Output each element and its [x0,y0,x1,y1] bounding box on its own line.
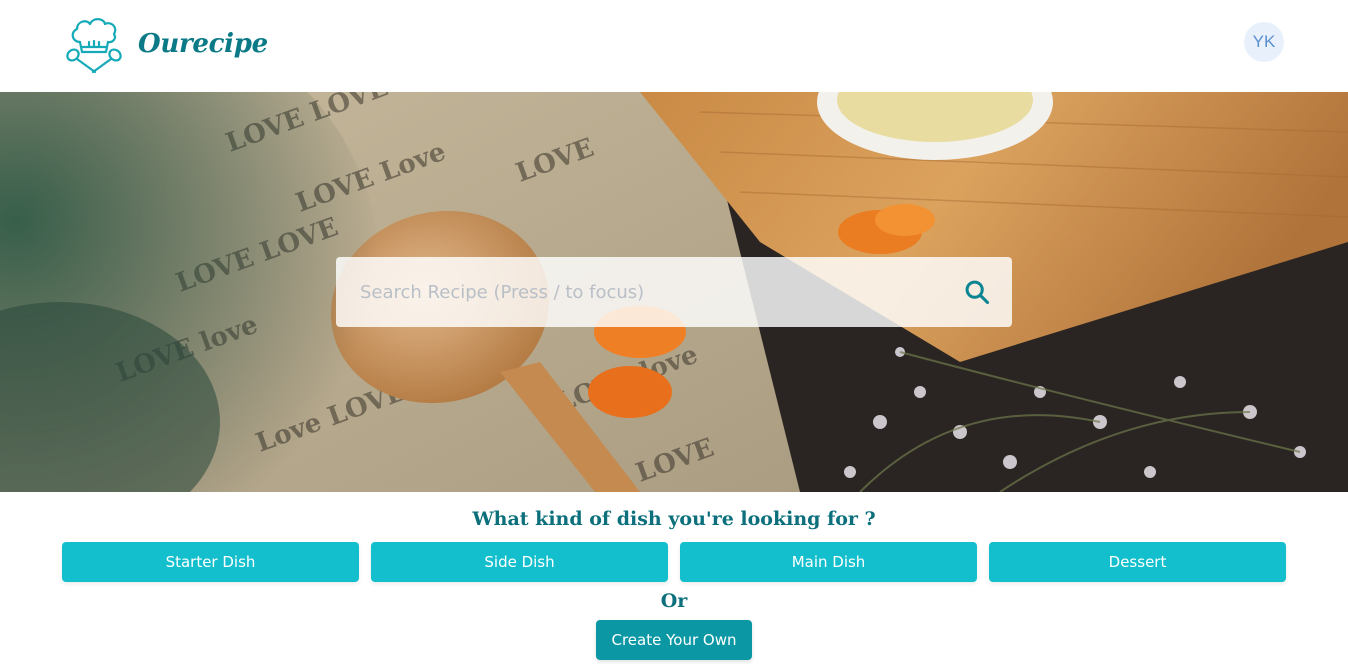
chef-hat-utensils-icon [66,18,122,74]
user-avatar[interactable]: YK [1244,22,1284,62]
dish-category-buttons: Starter Dish Side Dish Main Dish Dessert [62,542,1286,582]
brand-name: Ourecipe [138,29,268,59]
side-dish-button[interactable]: Side Dish [371,542,668,582]
dessert-button[interactable]: Dessert [989,542,1286,582]
starter-dish-button[interactable]: Starter Dish [62,542,359,582]
create-your-own-button[interactable]: Create Your Own [596,620,752,660]
brand-logo-link[interactable]: Ourecipe [62,12,268,76]
search-input[interactable] [336,257,942,327]
header: Ourecipe YK [0,0,1348,92]
main-dish-button[interactable]: Main Dish [680,542,977,582]
search-button[interactable] [942,257,1012,327]
search-bar [336,257,1012,327]
hero-banner: LOVE LOVE LOVE Love LOVE LOVE LOVE love … [0,92,1348,492]
search-icon [965,280,990,305]
dish-type-question: What kind of dish you're looking for ? [472,508,876,530]
or-divider-label: Or [660,590,688,612]
